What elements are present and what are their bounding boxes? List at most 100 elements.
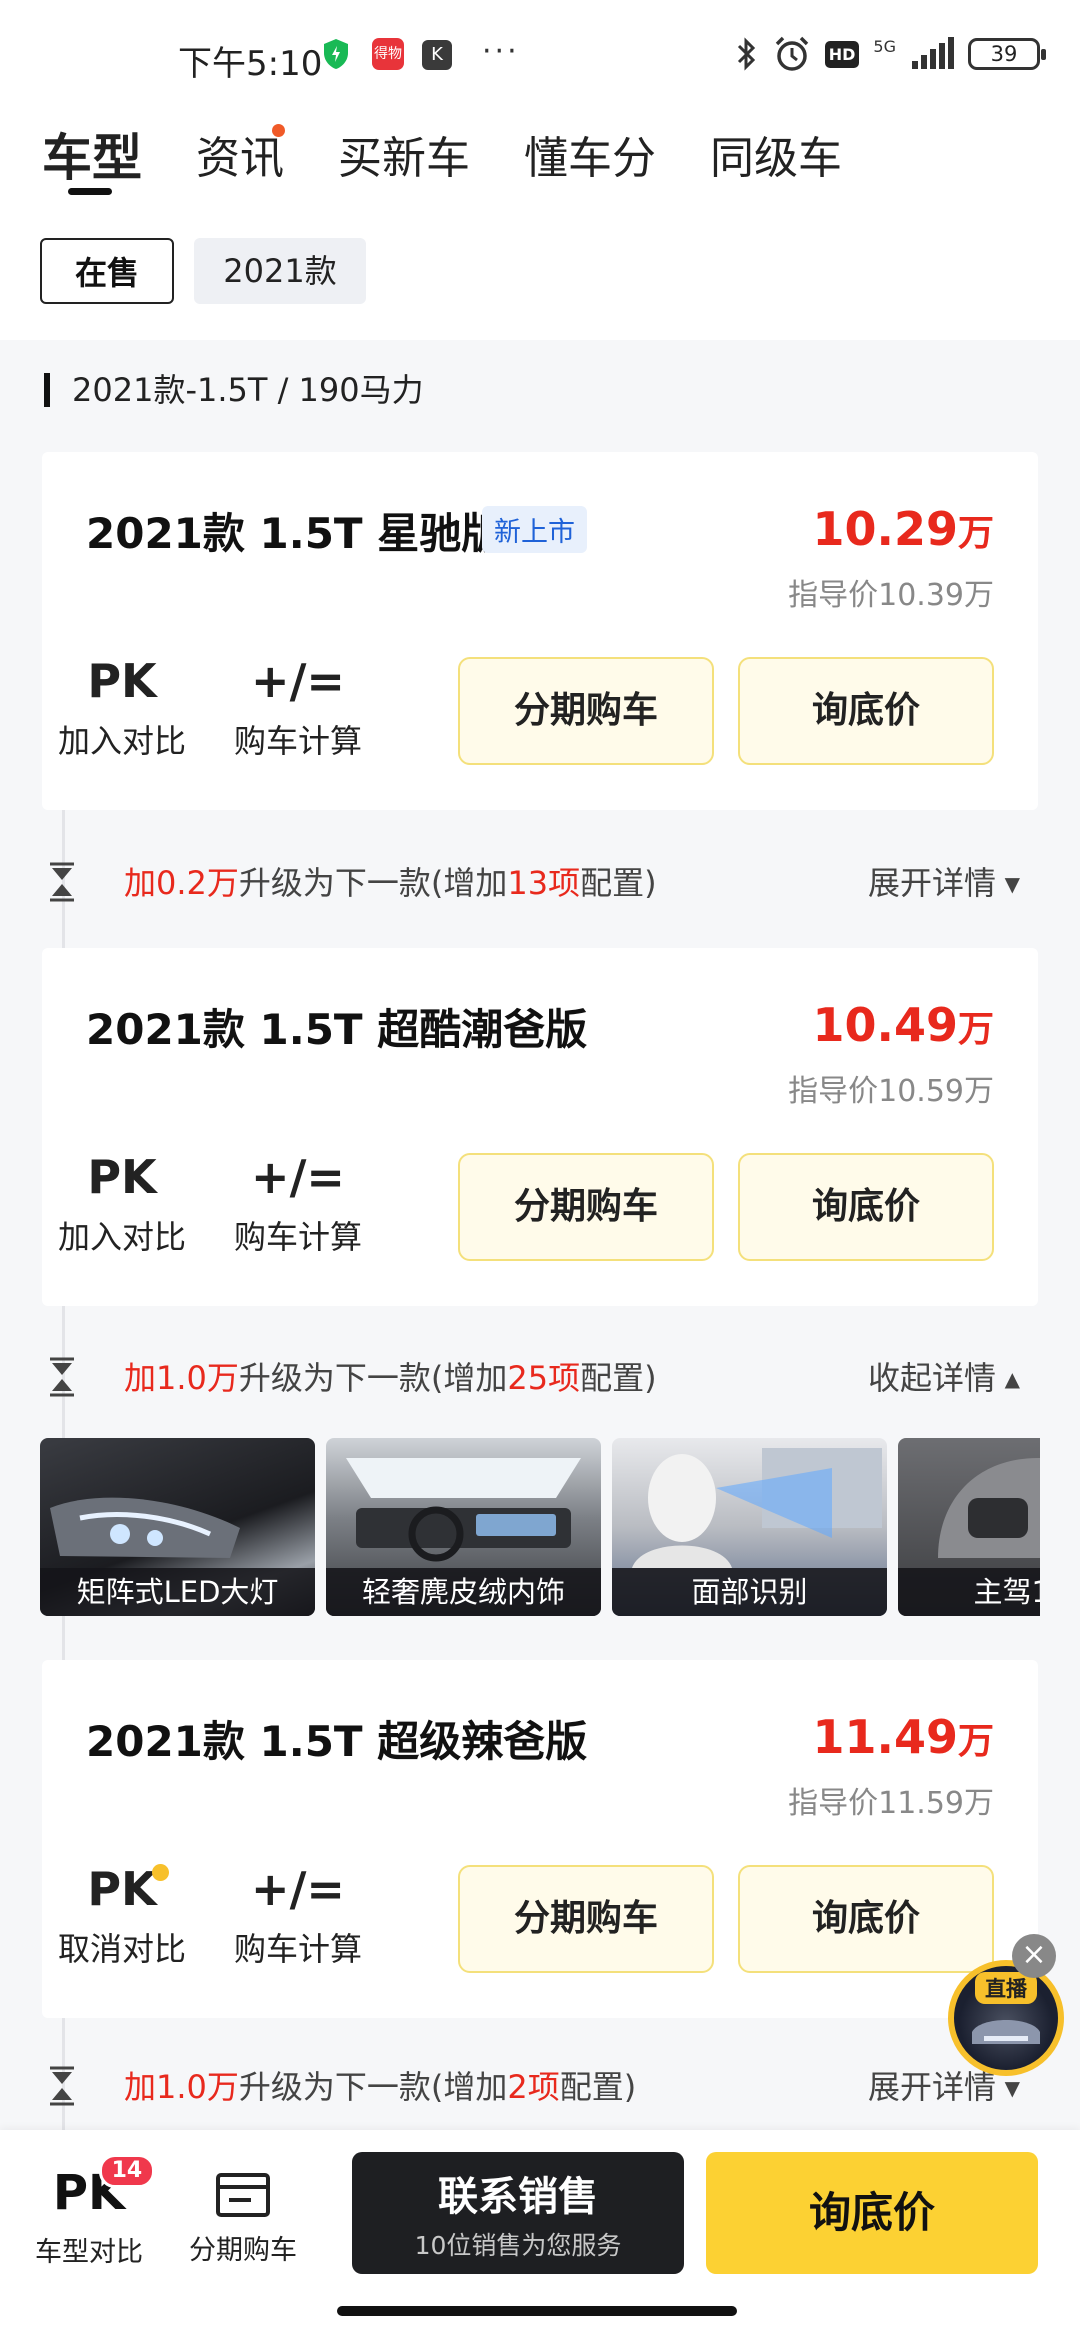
alarm-icon [775,36,808,71]
upgrade-text: 加0.2万升级为下一款(增加13项配置) [124,858,657,904]
feature-caption: 面部识别 [612,1568,887,1616]
upgrade-desc: 升级为下一款(增加 [238,864,508,902]
guide-price: 指导价10.39万 [788,578,994,613]
bottom-installment-button[interactable]: 分期购车 [178,2160,308,2267]
close-live-button[interactable]: × [1012,1934,1056,1978]
installment-label: 分期购车 [189,2235,297,2266]
filter-on-sale[interactable]: 在售 [40,238,174,304]
purchase-calc-button[interactable]: +/= 购车计算 [228,1860,368,1970]
caret-down-icon: ▼ [1004,872,1020,896]
trim-name: 2021款 1.5T 超级辣爸版 [86,1717,588,1766]
pk-text: PK [87,1862,157,1916]
caret-up-icon: ▲ [1004,1367,1020,1391]
compare-count-badge: 14 [98,2154,156,2188]
upgrade-icon [50,1357,74,1397]
add-compare-button[interactable]: PK 加入对比 [52,652,192,762]
price-value: 10.49 [812,998,958,1052]
battery-icon: 39 [968,38,1046,70]
price-unit: 万 [957,1009,994,1050]
trim-card[interactable]: 2021款 1.5T 超酷潮爸版 10.49万 指导价10.59万 PK 加入对… [42,948,1038,1306]
purchase-calc-label: 购车计算 [233,1930,362,1968]
price-unit: 万 [957,513,994,554]
feature-caption: 主驾10向 [898,1568,1040,1616]
pk-checked-icon: PK [87,1860,169,1918]
active-tab-indicator [68,188,112,195]
guide-price: 指导价10.59万 [788,1074,994,1109]
app-notification-icon: 得物 [372,38,404,70]
installment-button[interactable]: 分期购车 [458,1865,714,1973]
installment-button[interactable]: 分期购车 [458,1153,714,1261]
trim-price: 10.49万 [812,998,994,1052]
inquire-price-button[interactable]: 询底价 [738,1153,994,1261]
upgrade-suffix: 配置) [559,2068,637,2106]
upgrade-row[interactable]: 加1.0万升级为下一款(增加2项配置) 展开详情 ▼ [0,2020,1080,2120]
upgrade-icon [50,2066,74,2106]
contact-sales-title: 联系销售 [438,2174,598,2220]
status-time: 下午5:10 [178,44,323,84]
pk-icon: PK [87,1150,157,1204]
tab-news[interactable]: 资讯 [196,122,284,186]
feature-card[interactable]: 矩阵式LED大灯 [40,1438,315,1616]
remove-compare-label: 取消对比 [57,1930,186,1968]
model-compare-label: 车型对比 [35,2237,143,2268]
tab-same-class[interactable]: 同级车 [710,122,842,186]
pk-icon: PK [87,654,157,708]
trim-price: 10.29万 [812,502,994,556]
top-nav: 车型 资讯 买新车 懂车分 同级车 [0,100,1080,210]
purchase-calc-button[interactable]: +/= 购车计算 [228,652,368,762]
expand-details-toggle[interactable]: 展开详情 [868,858,996,904]
inquire-price-button[interactable]: 询底价 [738,657,994,765]
feature-caption: 轻奢麂皮绒内饰 [326,1568,601,1616]
headlight-image [50,1497,240,1558]
upgrade-suffix: 配置) [580,1359,657,1397]
tab-rating[interactable]: 懂车分 [524,122,656,186]
installment-button[interactable]: 分期购车 [458,657,714,765]
face-recognition-image [632,1448,882,1568]
bluetooth-icon [737,37,755,71]
feature-card[interactable]: 主驾10向 [898,1438,1040,1616]
calculator-icon: +/= [251,1862,345,1916]
add-compare-button[interactable]: PK 加入对比 [52,1148,192,1258]
live-car-thumbnail [972,2020,1040,2044]
upgrade-row[interactable]: 加1.0万升级为下一款(增加25项配置) 收起详情 ▲ [0,1307,1080,1437]
add-compare-label: 加入对比 [57,722,186,760]
calculator-icon: +/= [251,1150,345,1204]
feature-card[interactable]: 面部识别 [612,1438,887,1616]
upgrade-count: 2项 [507,2068,560,2106]
calculator-icon: +/= [251,654,345,708]
status-right: HD 5G 39 [735,34,1046,74]
collapse-details-toggle[interactable]: 收起详情 [868,1353,996,1399]
upgrade-row[interactable]: 加0.2万升级为下一款(增加13项配置) 展开详情 ▼ [0,812,1080,942]
tab-models[interactable]: 车型 [42,118,142,190]
home-indicator[interactable] [337,2306,737,2316]
model-compare-button[interactable]: PK 14 车型对比 [24,2154,156,2269]
tab-buy-new[interactable]: 买新车 [338,122,470,186]
price-value: 10.29 [812,502,958,556]
inquire-price-button[interactable]: 询底价 [738,1865,994,1973]
new-badge: 新上市 [482,506,587,553]
upgrade-desc: 升级为下一款(增加 [238,1359,508,1397]
remove-compare-button[interactable]: PK 取消对比 [52,1860,192,1970]
status-bar: 下午5:10 得物 K ··· HD 5G 39 [0,0,1080,100]
live-stream-button[interactable]: 直播 [948,1960,1064,2076]
filter-2021[interactable]: 2021款 [194,238,366,304]
trim-name: 2021款 1.5T 超酷潮爸版 [86,1005,588,1054]
feature-carousel[interactable]: 矩阵式LED大灯 轻奢麂皮绒内饰 面部识别 主驾10向 [40,1438,1040,1616]
bottom-inquire-price-button[interactable]: 询底价 [706,2152,1038,2274]
group-title: 2021款-1.5T / 190马力 [44,373,424,407]
trim-card[interactable]: 2021款 1.5T 超级辣爸版 11.49万 指导价11.59万 PK 取消对… [42,1660,1038,2018]
tab-news-dot [272,124,285,137]
upgrade-price-diff: 加1.0万 [124,1359,239,1397]
upgrade-text: 加1.0万升级为下一款(增加2项配置) [124,2062,636,2108]
contact-sales-button[interactable]: 联系销售 10位销售为您服务 [352,2152,684,2274]
hd-icon: HD [824,40,860,68]
purchase-calc-button[interactable]: +/= 购车计算 [228,1148,368,1258]
signal-icon [912,37,954,69]
feature-caption: 矩阵式LED大灯 [40,1568,315,1616]
trim-price: 11.49万 [812,1710,994,1764]
upgrade-icon [50,862,74,902]
contact-sales-subtitle: 10位销售为您服务 [414,2231,622,2260]
trim-card[interactable]: 2021款 1.5T 星驰版 新上市 10.29万 指导价10.39万 PK 加… [42,452,1038,810]
upgrade-text: 加1.0万升级为下一款(增加25项配置) [124,1353,657,1399]
feature-card[interactable]: 轻奢麂皮绒内饰 [326,1438,601,1616]
